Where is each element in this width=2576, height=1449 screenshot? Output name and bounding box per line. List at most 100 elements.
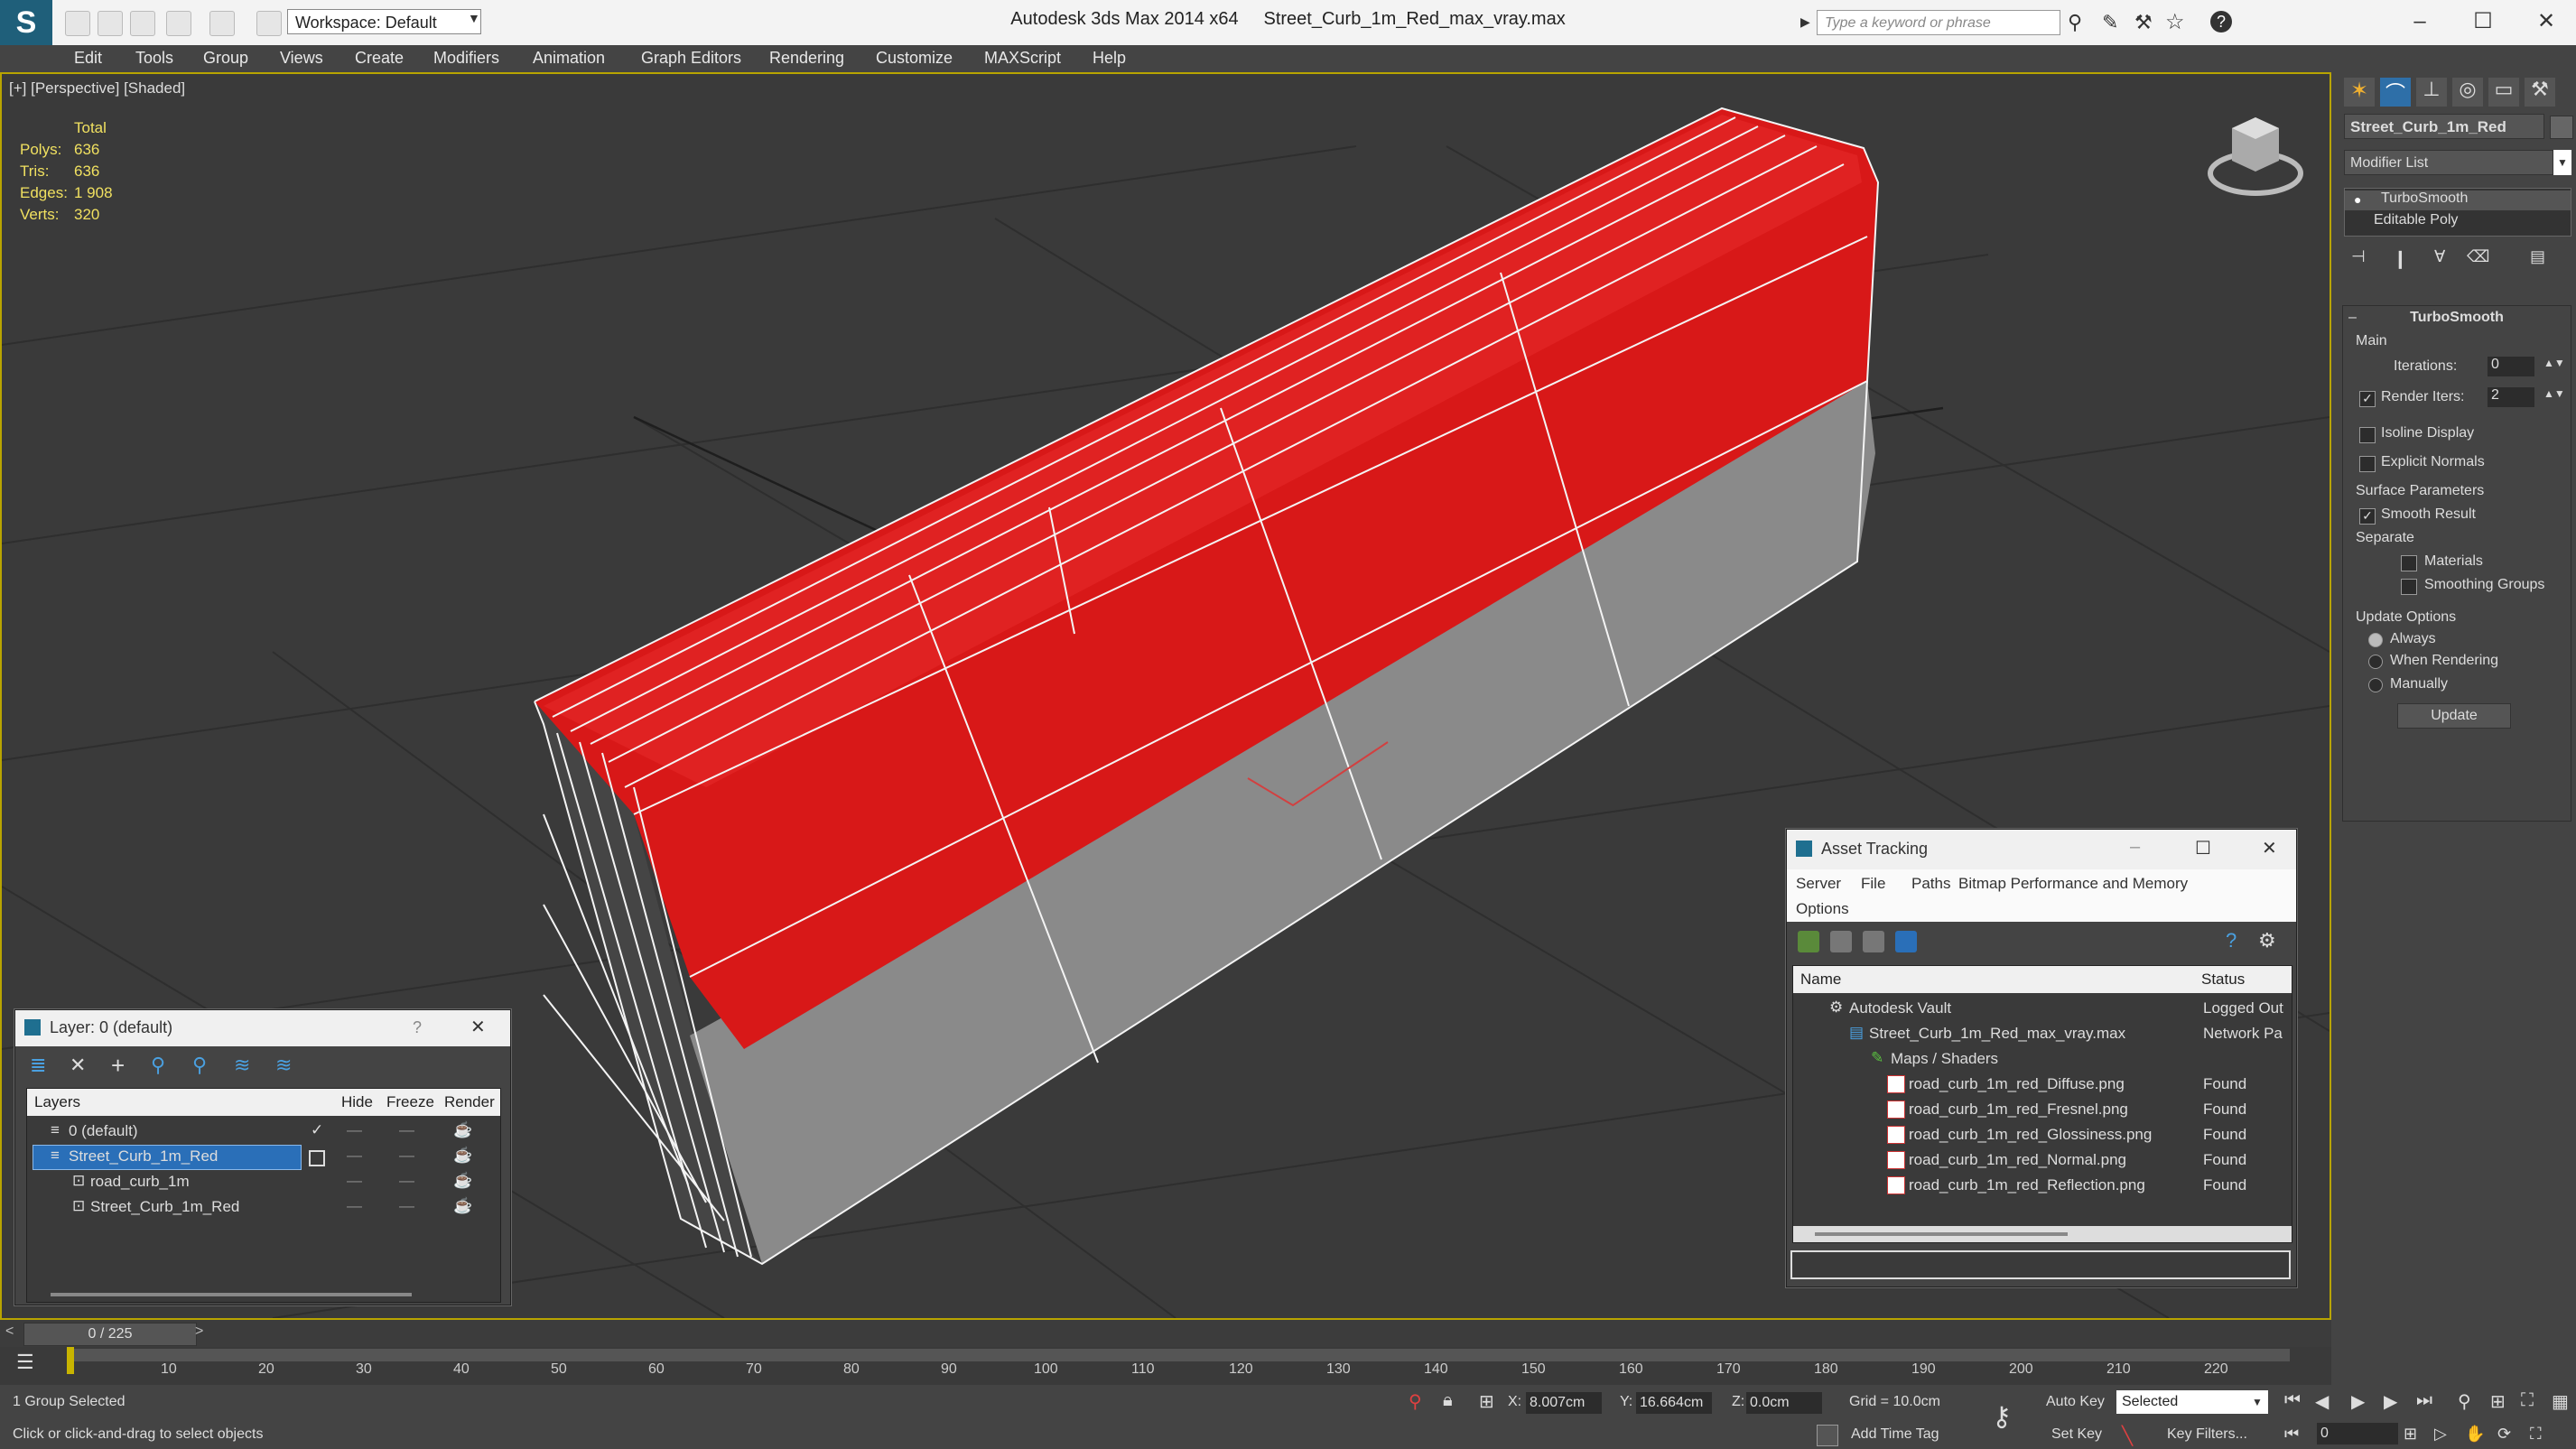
freeze-toggle[interactable]: — xyxy=(399,1172,414,1190)
col-freeze[interactable]: Freeze xyxy=(386,1093,434,1111)
hide-all-icon[interactable]: ≋ xyxy=(234,1054,250,1077)
asset-path-field[interactable] xyxy=(1790,1250,2291,1279)
favorites-star-icon[interactable]: ☆ xyxy=(2165,9,2185,35)
layer-row-street-curb[interactable]: ≡ Street_Curb_1m_Red — — ☕ xyxy=(27,1145,500,1170)
play-arrow-icon[interactable]: ▶ xyxy=(1800,14,1810,30)
motion-tab-icon[interactable]: ◎ xyxy=(2452,78,2483,107)
explicit-normals-checkbox[interactable] xyxy=(2359,456,2376,472)
previous-frame-icon[interactable]: ◀ xyxy=(2315,1390,2329,1413)
menu-group[interactable]: Group xyxy=(203,49,248,68)
utilities-tab-icon[interactable]: ⚒ xyxy=(2525,78,2555,107)
thumbnail-view-icon[interactable] xyxy=(1863,931,1884,952)
col-hide[interactable]: Hide xyxy=(341,1093,373,1111)
iterations-spinner[interactable]: 0 xyxy=(2488,357,2534,376)
minimize-icon[interactable]: – xyxy=(2402,5,2438,38)
table-view-icon[interactable] xyxy=(1895,931,1917,952)
spinner-arrows-icon[interactable]: ▲▼ xyxy=(2543,357,2565,369)
smooth-result-checkbox[interactable]: ✓ xyxy=(2359,508,2376,525)
frame-counter[interactable]: 0 / 225 xyxy=(23,1323,197,1346)
isolate-selection-icon[interactable]: ⚲ xyxy=(1409,1390,1422,1413)
when-rendering-radio[interactable] xyxy=(2368,655,2383,669)
layer-row-street-curb-object[interactable]: ⊡ Street_Curb_1m_Red — — ☕ xyxy=(27,1195,500,1221)
search-input[interactable]: Type a keyword or phrase xyxy=(1817,10,2060,35)
make-current-box[interactable] xyxy=(309,1150,325,1166)
layer-row-road-curb[interactable]: ⊡ road_curb_1m — — ☕ xyxy=(27,1170,500,1195)
selection-lock-icon[interactable]: 🔒︎ xyxy=(1443,1390,1453,1411)
field-of-view-icon[interactable]: ▷ xyxy=(2434,1425,2447,1444)
col-name[interactable]: Name xyxy=(1800,971,1841,989)
stack-item-turbosmooth[interactable]: TurboSmooth xyxy=(2345,190,2571,210)
hide-toggle[interactable]: — xyxy=(347,1147,362,1165)
horizontal-scrollbar[interactable] xyxy=(1793,1226,2292,1242)
object-name-field[interactable]: Street_Curb_1m_Red xyxy=(2344,114,2544,139)
help-icon[interactable]: ? xyxy=(2210,11,2232,33)
track-ruler[interactable] xyxy=(69,1349,2290,1361)
stack-item-editable-poly[interactable]: Editable Poly xyxy=(2345,212,2571,232)
col-render[interactable]: Render xyxy=(444,1093,495,1111)
always-radio[interactable] xyxy=(2368,633,2383,647)
close-icon[interactable]: ✕ xyxy=(2528,5,2564,38)
z-coordinate-field[interactable]: 0.0cm xyxy=(1746,1392,1822,1414)
menu-modifiers[interactable]: Modifiers xyxy=(433,49,499,68)
asset-menu-file[interactable]: File xyxy=(1861,875,1885,893)
asset-menu-server[interactable]: Server xyxy=(1796,875,1841,893)
y-coordinate-field[interactable]: 16.664cm xyxy=(1636,1392,1712,1414)
menu-rendering[interactable]: Rendering xyxy=(769,49,844,68)
show-end-result-icon[interactable]: ❙ xyxy=(2393,247,2408,270)
hierarchy-tab-icon[interactable]: ⊥ xyxy=(2416,78,2447,107)
isoline-checkbox[interactable] xyxy=(2359,427,2376,443)
asset-menu-bitmap[interactable]: Bitmap Performance and Memory xyxy=(1958,875,2188,893)
highlight-layer-icon[interactable]: ⚲ xyxy=(192,1054,207,1077)
binoculars-icon[interactable]: ⚲ xyxy=(2068,11,2082,34)
spinner-arrows-icon[interactable]: ▲▼ xyxy=(2543,387,2565,400)
selection-set-dropdown[interactable]: Selected xyxy=(2116,1390,2268,1414)
render-teapot-icon[interactable]: ☕ xyxy=(453,1197,472,1215)
help-icon[interactable]: ? xyxy=(2226,929,2237,952)
hide-toggle[interactable]: — xyxy=(347,1121,362,1139)
layer-dialog-titlebar[interactable]: Layer: 0 (default) ? ✕ xyxy=(15,1010,510,1046)
close-icon[interactable]: ✕ xyxy=(470,1016,486,1038)
collapse-icon[interactable]: – xyxy=(2348,310,2357,326)
pan-icon[interactable]: ✋ xyxy=(2465,1425,2485,1444)
pin-stack-icon[interactable]: ⊣ xyxy=(2351,247,2366,266)
lightbulb-icon[interactable]: ● xyxy=(2354,192,2361,207)
make-unique-icon[interactable]: ∀ xyxy=(2434,247,2445,266)
asset-row-glossiness[interactable]: road_curb_1m_red_Glossiness.png Found xyxy=(1793,1123,2292,1148)
menu-help[interactable]: Help xyxy=(1093,49,1126,68)
maximize-viewport-icon[interactable]: ⛶ xyxy=(2530,1425,2542,1444)
auto-key-button[interactable]: Auto Key xyxy=(2046,1394,2105,1410)
list-view-icon[interactable] xyxy=(1830,931,1852,952)
maximize-icon[interactable]: ☐ xyxy=(2465,5,2501,38)
smoothing-groups-checkbox[interactable] xyxy=(2401,579,2417,595)
delete-layer-icon[interactable]: ✕ xyxy=(70,1054,86,1077)
render-iters-checkbox[interactable]: ✓ xyxy=(2359,391,2376,407)
prev-frame-icon[interactable]: < xyxy=(5,1324,14,1340)
minimize-icon[interactable]: – xyxy=(2130,837,2140,858)
time-config-icon[interactable]: ⊞ xyxy=(2404,1425,2417,1444)
create-layer-icon[interactable]: ≣ xyxy=(30,1054,46,1077)
col-status[interactable]: Status xyxy=(2201,971,2245,989)
asset-row-normal[interactable]: road_curb_1m_red_Normal.png Found xyxy=(1793,1148,2292,1174)
zoom-all-icon[interactable]: ⊞ xyxy=(2490,1390,2506,1413)
next-frame-icon[interactable]: ▶ xyxy=(2384,1390,2397,1413)
absolute-mode-icon[interactable]: ⊞ xyxy=(1479,1390,1494,1413)
asset-row-vault[interactable]: ⚙ Autodesk Vault Logged Out xyxy=(1793,997,2292,1022)
time-slider[interactable]: < 0 / 225 > xyxy=(0,1320,2331,1347)
modify-tab-icon[interactable]: ⌒ xyxy=(2380,78,2411,107)
time-tag-icon[interactable] xyxy=(1817,1425,1838,1446)
remove-modifier-icon[interactable]: ⌫ xyxy=(2467,247,2489,266)
orbit-icon[interactable]: ⟳ xyxy=(2497,1425,2511,1444)
close-icon[interactable]: ✕ xyxy=(2262,837,2277,859)
go-to-end-icon[interactable]: ⏭ xyxy=(2416,1390,2432,1411)
asset-row-reflection[interactable]: road_curb_1m_red_Reflection.png Found xyxy=(1793,1174,2292,1199)
go-to-start-icon[interactable]: ⏮ xyxy=(2284,1390,2301,1411)
configure-sets-icon[interactable]: ▤ xyxy=(2530,247,2545,266)
communication-icon[interactable]: ⚒ xyxy=(2134,11,2153,34)
materials-checkbox[interactable] xyxy=(2401,555,2417,571)
asset-row-max-file[interactable]: ▤ Street_Curb_1m_Red_max_vray.max Networ… xyxy=(1793,1022,2292,1047)
key-filters-button[interactable]: Key Filters... xyxy=(2167,1426,2247,1443)
key-icon[interactable]: ⚷ xyxy=(1992,1401,2012,1433)
manually-radio[interactable] xyxy=(2368,678,2383,692)
current-layer-check-icon[interactable]: ✓ xyxy=(311,1121,323,1139)
menu-graph-editors[interactable]: Graph Editors xyxy=(641,49,741,68)
